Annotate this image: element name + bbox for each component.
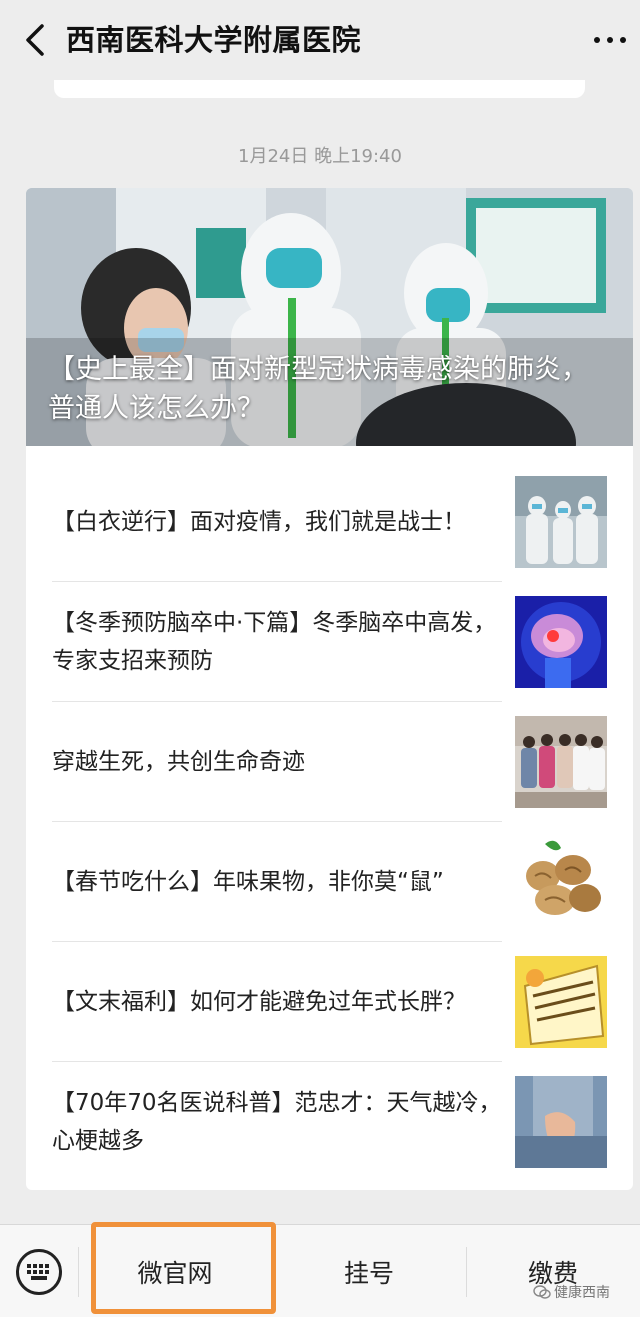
- article-title: 【春节吃什么】年味果物，非你莫“鼠”: [52, 869, 444, 895]
- article-thumbnail: [515, 836, 607, 928]
- hero-title-line-2: 普通人该怎么办？: [48, 393, 264, 424]
- list-item[interactable]: 【春节吃什么】年味果物，非你莫“鼠”: [52, 822, 607, 942]
- hero-title-line-1: 【史上最全】面对新型冠状病毒感染的肺炎，: [48, 354, 588, 385]
- menu-item-payment[interactable]: 缴费: [466, 1225, 640, 1317]
- list-item[interactable]: 【冬季预防脑卒中·下篇】冬季脑卒中高发，专家支招来预防: [52, 582, 607, 702]
- previous-message-card[interactable]: [54, 80, 585, 98]
- article-thumbnail: [515, 956, 607, 1048]
- watermark-text: 健康西南: [554, 1285, 610, 1301]
- article-title: 【文末福利】如何才能避免过年式长胖？: [52, 989, 466, 1015]
- watermark: 健康西南: [533, 1282, 610, 1302]
- keyboard-icon[interactable]: [16, 1249, 62, 1295]
- page-title: 西南医科大学附属医院: [66, 23, 362, 57]
- hero-title: 【史上最全】面对新型冠状病毒感染的肺炎， 普通人该怎么办？: [48, 350, 618, 428]
- article-thumbnail: [515, 596, 607, 688]
- highlight-annotation: [91, 1222, 276, 1314]
- article-thumbnail: [515, 1076, 607, 1168]
- article-thumbnail: [515, 716, 607, 808]
- list-item[interactable]: 【白衣逆行】面对疫情，我们就是战士！: [52, 462, 607, 582]
- message-timestamp: 1月24日 晚上19:40: [238, 146, 402, 167]
- article-title: 穿越生死，共创生命奇迹: [52, 749, 305, 775]
- list-item[interactable]: 【70年70名医说科普】范忠才：天气越冷，心梗越多: [52, 1062, 607, 1182]
- menu-item-registration[interactable]: 挂号: [272, 1225, 466, 1317]
- chevron-left-icon[interactable]: [20, 22, 50, 58]
- article-card: 【史上最全】面对新型冠状病毒感染的肺炎， 普通人该怎么办？ 【白衣逆行】面对疫情…: [26, 188, 633, 1190]
- nav-header: 西南医科大学附属医院: [0, 0, 640, 80]
- article-title: 【70年70名医说科普】范忠才：天气越冷，心梗越多: [52, 1090, 502, 1154]
- list-item[interactable]: 【文末福利】如何才能避免过年式长胖？: [52, 942, 607, 1062]
- wechat-icon: [533, 1285, 551, 1299]
- more-dots-icon[interactable]: [590, 24, 630, 56]
- article-title: 【白衣逆行】面对疫情，我们就是战士！: [52, 509, 466, 535]
- list-item[interactable]: 穿越生死，共创生命奇迹: [52, 702, 607, 822]
- hero-article[interactable]: 【史上最全】面对新型冠状病毒感染的肺炎， 普通人该怎么办？: [26, 188, 633, 446]
- divider: [78, 1247, 79, 1297]
- article-title: 【冬季预防脑卒中·下篇】冬季脑卒中高发，专家支招来预防: [52, 610, 497, 674]
- article-thumbnail: [515, 476, 607, 568]
